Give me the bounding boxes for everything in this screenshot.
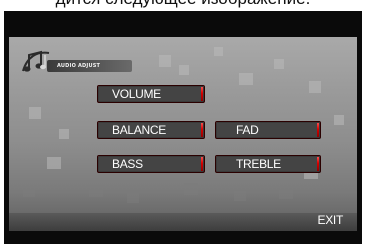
background-tile [234,191,246,201]
page-caption: дится следующее изображение. [0,0,366,9]
background-tile [159,55,171,67]
treble-button-label: TREBLE [217,157,317,171]
balance-button[interactable]: BALANCE [97,121,205,139]
head-unit-screen: AUDIO ADJUST VOLUME BALANCE FAD BASS TRE… [4,11,362,244]
background-tile [279,187,293,199]
background-tile [89,185,103,197]
background-tile [59,129,69,139]
audio-adjust-logo: AUDIO ADJUST [19,50,132,75]
volume-button-label: VOLUME [99,87,201,101]
balance-button-label: BALANCE [99,123,201,137]
background-tile [309,81,321,93]
background-tile [274,59,284,69]
background-tile [239,73,253,85]
fad-button-label: FAD [217,123,317,137]
background-tile [184,183,198,195]
background-tile [29,107,41,119]
background-tile [47,157,61,169]
bottom-bar [9,213,357,231]
page: дится следующее изображение. [0,0,366,244]
audio-adjust-panel: AUDIO ADJUST VOLUME BALANCE FAD BASS TRE… [9,37,357,231]
volume-button[interactable]: VOLUME [97,85,205,103]
bass-button[interactable]: BASS [97,155,205,173]
bass-button-label: BASS [99,157,201,171]
background-tile [334,115,344,125]
treble-button[interactable]: TREBLE [215,155,321,173]
background-tile [179,65,189,75]
fad-button[interactable]: FAD [215,121,321,139]
logo-title: AUDIO ADJUST [57,63,101,69]
exit-button[interactable]: EXIT [318,213,344,227]
background-tile [23,187,35,197]
music-notes-icon [22,50,50,72]
background-tile [127,193,139,203]
background-tile [214,47,223,56]
